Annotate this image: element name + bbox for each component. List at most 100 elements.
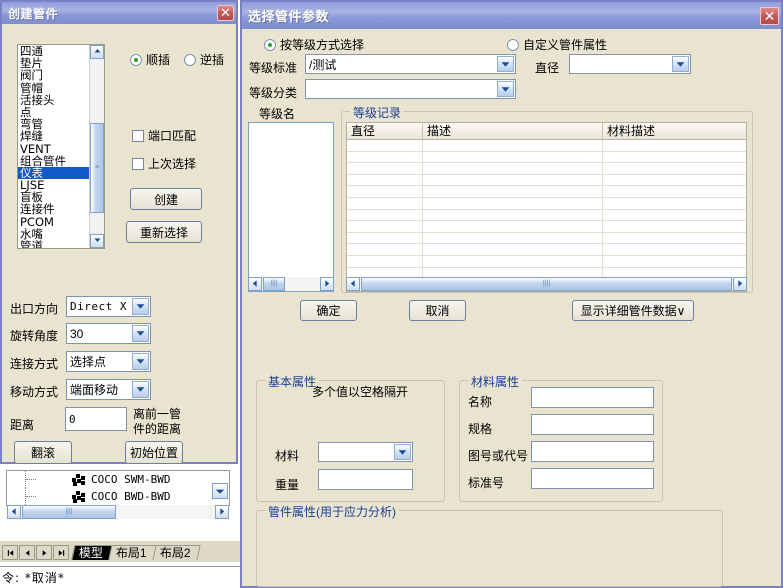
table-cell bbox=[603, 186, 746, 197]
scroll-right-arrow-icon[interactable] bbox=[733, 277, 747, 291]
table-row[interactable] bbox=[347, 140, 746, 152]
scroll-left-arrow-icon[interactable] bbox=[7, 505, 21, 519]
distance-input[interactable]: 0 bbox=[65, 407, 127, 431]
table-row[interactable] bbox=[347, 255, 746, 268]
table-row[interactable] bbox=[347, 163, 746, 175]
command-line[interactable]: 令: *取消* bbox=[0, 566, 240, 588]
scrollbar-thumb[interactable]: ≡ bbox=[90, 123, 104, 213]
move-mode-combo[interactable]: 端面移动 bbox=[66, 379, 151, 400]
chevron-down-icon[interactable] bbox=[497, 81, 514, 97]
nav-first-button[interactable] bbox=[2, 545, 18, 560]
table-cell bbox=[423, 255, 603, 267]
column-header-diameter[interactable]: 直径 bbox=[347, 123, 423, 139]
outlet-direction-combo[interactable]: Direct X bbox=[66, 296, 151, 317]
roll-button[interactable]: 翻滚 bbox=[14, 441, 72, 464]
table-cell bbox=[603, 152, 746, 163]
tree-horizontal-scrollbar[interactable]: |||| bbox=[7, 505, 229, 519]
scroll-right-arrow-icon[interactable] bbox=[215, 505, 229, 519]
table-row[interactable] bbox=[347, 244, 746, 256]
scroll-up-arrow-icon[interactable] bbox=[90, 45, 104, 59]
name-input[interactable] bbox=[531, 387, 654, 408]
scroll-down-arrow-icon[interactable] bbox=[90, 234, 104, 248]
cancel-button[interactable]: 取消 bbox=[409, 300, 466, 321]
grade-name-listbox[interactable] bbox=[248, 122, 334, 292]
nav-next-button[interactable] bbox=[36, 545, 52, 560]
chevron-down-icon[interactable] bbox=[132, 298, 149, 315]
list-item[interactable]: 阀门 bbox=[18, 69, 90, 81]
tab-label: 布局1 bbox=[115, 546, 147, 560]
grade-category-combo[interactable] bbox=[305, 79, 516, 99]
tree-scroll-down-button[interactable] bbox=[212, 483, 228, 499]
diameter-combo[interactable] bbox=[569, 54, 691, 74]
chevron-down-icon[interactable] bbox=[394, 444, 411, 460]
model-tree-panel[interactable]: COCO SWM-BWD COCO BWD-BWD bbox=[6, 470, 230, 506]
list-item[interactable]: 连接件 bbox=[18, 203, 90, 215]
scroll-right-arrow-icon[interactable] bbox=[320, 277, 334, 291]
radio-by-grade[interactable]: 按等级方式选择 bbox=[264, 36, 364, 53]
table-row[interactable] bbox=[347, 197, 746, 210]
create-button[interactable]: 创建 bbox=[130, 188, 202, 210]
tab-layout1[interactable]: 布局1 bbox=[108, 545, 157, 560]
ok-button[interactable]: 确定 bbox=[300, 300, 357, 321]
radio-reverse-insert[interactable]: 逆插 bbox=[184, 51, 224, 68]
radio-dot-icon bbox=[130, 53, 142, 66]
chevron-down-icon[interactable] bbox=[672, 56, 689, 72]
grade-record-horizontal-scrollbar[interactable]: |||| bbox=[346, 277, 747, 291]
radio-label: 逆插 bbox=[200, 53, 225, 67]
weight-input[interactable] bbox=[318, 469, 413, 490]
init-position-button[interactable]: 初始位置 bbox=[125, 441, 183, 464]
column-header-description[interactable]: 描述 bbox=[423, 123, 603, 139]
grade-standard-combo[interactable]: /测试 bbox=[305, 54, 516, 74]
drawing-code-input[interactable] bbox=[531, 441, 654, 462]
dialog-titlebar[interactable]: 创建管件 ✕ bbox=[2, 2, 236, 24]
radio-forward-insert[interactable]: 顺插 bbox=[130, 51, 170, 68]
scrollbar-thumb[interactable]: |||| bbox=[263, 277, 285, 291]
table-row[interactable] bbox=[347, 232, 746, 245]
material-combo[interactable] bbox=[318, 442, 413, 462]
table-row[interactable] bbox=[347, 186, 746, 198]
checkbox-port-match[interactable]: 端口匹配 bbox=[132, 127, 196, 144]
scrollbar-thumb[interactable]: |||| bbox=[361, 277, 732, 291]
chevron-down-icon[interactable] bbox=[132, 325, 149, 342]
dialog-titlebar[interactable]: 选择管件参数 ✕ bbox=[242, 2, 781, 29]
scroll-left-arrow-icon[interactable] bbox=[248, 277, 262, 291]
nav-last-button[interactable] bbox=[53, 545, 69, 560]
grade-record-grid[interactable]: 直径 描述 材料描述 bbox=[346, 122, 747, 292]
chevron-down-icon[interactable] bbox=[132, 353, 149, 370]
show-detail-button[interactable]: 显示详细管件数据∨ bbox=[572, 300, 694, 321]
chevron-down-icon[interactable] bbox=[497, 56, 514, 72]
standard-number-input[interactable] bbox=[531, 468, 654, 489]
tab-model[interactable]: 模型 bbox=[71, 545, 113, 560]
scroll-left-arrow-icon[interactable] bbox=[346, 277, 360, 291]
table-row[interactable] bbox=[347, 174, 746, 187]
table-cell bbox=[347, 209, 423, 221]
nav-prev-button[interactable] bbox=[19, 545, 35, 560]
close-icon[interactable]: ✕ bbox=[217, 5, 234, 21]
table-row[interactable] bbox=[347, 221, 746, 233]
radio-custom-props[interactable]: 自定义管件属性 bbox=[507, 36, 607, 53]
list-item[interactable]: VENT bbox=[18, 142, 90, 154]
table-cell bbox=[423, 232, 603, 244]
table-row[interactable] bbox=[347, 209, 746, 222]
list-item[interactable]: 管帽 bbox=[18, 81, 90, 93]
rotation-angle-combo[interactable]: 30 bbox=[66, 323, 151, 344]
close-icon[interactable]: ✕ bbox=[760, 6, 779, 25]
tab-layout2[interactable]: 布局2 bbox=[152, 545, 200, 560]
connection-mode-combo[interactable]: 选择点 bbox=[66, 351, 151, 372]
list-item[interactable]: 管道 bbox=[18, 240, 90, 248]
table-row[interactable] bbox=[347, 151, 746, 164]
chevron-down-icon[interactable] bbox=[132, 381, 149, 398]
component-type-listbox[interactable]: 四通 垫片 阀门 管帽 活接头点弯管 焊缝 VENT 组合管件 仪表 LJSE 盲板 连接件 PCOM 水… bbox=[17, 44, 105, 249]
spec-input[interactable] bbox=[531, 414, 654, 435]
listbox-vertical-scrollbar[interactable]: ≡ bbox=[89, 45, 104, 248]
column-header-material-description[interactable]: 材料描述 bbox=[603, 123, 746, 139]
tree-item[interactable]: COCO BWD-BWD bbox=[7, 488, 229, 505]
list-item[interactable]: 焊缝 bbox=[18, 130, 90, 142]
reselect-button[interactable]: 重新选择 bbox=[126, 221, 202, 243]
grade-name-horizontal-scrollbar[interactable]: |||| bbox=[248, 277, 334, 291]
tree-item[interactable]: COCO SWM-BWD bbox=[7, 471, 229, 488]
checkbox-last-selection[interactable]: 上次选择 bbox=[132, 155, 196, 172]
outlet-direction-label: 出口方向 bbox=[10, 302, 59, 316]
list-item[interactable]: PCOM bbox=[18, 215, 90, 227]
scrollbar-thumb[interactable]: |||| bbox=[22, 505, 116, 519]
